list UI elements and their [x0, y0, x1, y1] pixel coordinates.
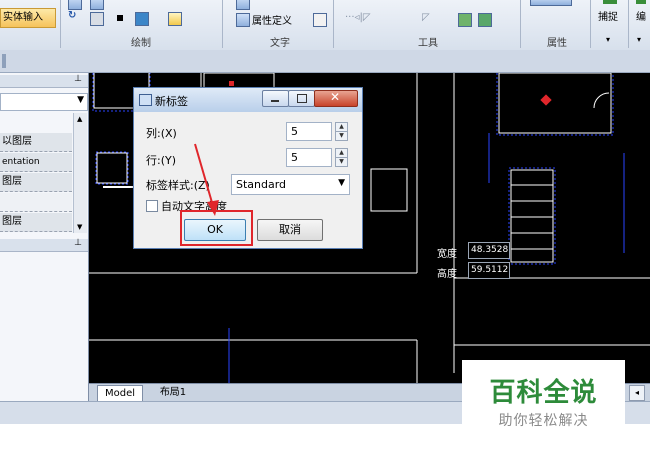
panel-header: ⊥ [0, 74, 88, 88]
watermark-title: 百科全说 [489, 378, 598, 408]
edit-text-icon[interactable] [313, 13, 327, 27]
columns-input[interactable]: 5 [286, 122, 332, 141]
watermark: 百科全说 助你轻松解决 [462, 360, 625, 438]
dimension-icon[interactable]: ···◃|◸ [345, 12, 371, 23]
auto-height-checkbox[interactable] [146, 200, 158, 212]
dialog-title: 新标签 [155, 95, 188, 108]
blue-hatch [95, 151, 129, 185]
list-item[interactable] [0, 193, 72, 212]
width-value: 48.3528 [468, 242, 510, 259]
columns-label: 列:(X) [146, 127, 177, 140]
tool-icon[interactable] [478, 13, 492, 27]
edit-button[interactable]: 编 ▾ [632, 0, 650, 48]
chevron-down-icon: ▼ [338, 178, 345, 188]
scroll-up-icon[interactable]: ▲ [77, 115, 82, 123]
chevron-down-icon: ▾ [637, 35, 642, 44]
toolbar-grip [2, 54, 6, 68]
watermark-subtitle: 助你轻松解决 [498, 413, 589, 429]
snap-label: 捕捉 [598, 12, 618, 23]
attr-define-button[interactable]: 属性定义 [252, 12, 292, 27]
edit-label: 编 [636, 12, 646, 23]
furniture-block [498, 73, 612, 134]
blue-hatch [508, 167, 556, 265]
panel-header: ⊥ [0, 238, 88, 252]
label-style-select[interactable]: Standard ▼ [231, 174, 350, 195]
snap-icon [603, 0, 617, 4]
group-label-draw: 绘制 [131, 38, 151, 49]
drawing-element [103, 186, 133, 188]
mtext-icon[interactable] [236, 0, 250, 10]
rows-down-icon[interactable]: ▼ [335, 157, 348, 167]
ribbon-separator [520, 0, 521, 48]
app-icon [139, 94, 152, 106]
annotation-arrow [194, 143, 219, 216]
ribbon-separator [222, 0, 223, 48]
minimize-icon [271, 100, 279, 102]
width-label: 宽度 [437, 249, 457, 260]
door-arc [593, 92, 610, 109]
close-icon: ✕ [330, 90, 341, 104]
tab-scroll-left-icon[interactable]: ◂ [629, 385, 645, 401]
draw-tool-icon[interactable] [90, 0, 104, 10]
list-item[interactable]: 以图层 [0, 133, 72, 152]
angle-icon[interactable]: ◸ [422, 12, 430, 23]
ribbon: 实体输入 ↻ 绘制 属性定义 文字 ···◃|◸ ◸ 工具 属性 捕捉 ▾ 编 … [0, 0, 650, 51]
draw-tool-icon[interactable] [68, 0, 82, 10]
rows-input[interactable]: 5 [286, 148, 332, 167]
maximize-button[interactable] [288, 90, 315, 107]
group-label-text: 文字 [270, 38, 290, 49]
layer-dropdown[interactable]: ▼ [0, 93, 88, 111]
table-icon[interactable] [168, 12, 182, 26]
layers-panel: ⊥ ▼ 以图层 entation 图层 图层 ▲ ▼ ⊥ [0, 73, 89, 405]
spline-icon[interactable]: ↻ [68, 10, 76, 21]
tab-layout1[interactable]: 布局1 [153, 385, 193, 400]
blue-hatch [496, 73, 614, 136]
list-item[interactable]: 图层 [0, 213, 72, 232]
rows-label: 行:(Y) [146, 154, 177, 167]
red-marker [540, 94, 552, 106]
ribbon-separator [628, 0, 629, 48]
ribbon-separator [590, 0, 591, 48]
group-label-tools: 工具 [418, 38, 438, 49]
chevron-down-icon: ▾ [606, 35, 611, 44]
snap-button[interactable]: 捕捉 ▾ [592, 0, 628, 48]
tab-model[interactable]: Model [97, 385, 143, 402]
label-style-value: Standard [236, 178, 287, 191]
tool-icon[interactable] [458, 13, 472, 27]
pin-icon[interactable]: ⊥ [74, 74, 82, 84]
group-label-properties: 属性 [547, 38, 567, 49]
drawing-element [96, 152, 128, 184]
list-item[interactable]: 图层 [0, 173, 72, 192]
minimize-button[interactable] [262, 90, 289, 107]
dialog-titlebar[interactable]: 新标签 ✕ [134, 88, 362, 112]
columns-down-icon[interactable]: ▼ [335, 131, 348, 141]
hatch-icon[interactable] [90, 12, 104, 26]
point-icon[interactable] [117, 15, 123, 21]
layer-control[interactable] [530, 0, 572, 6]
secondary-toolbar [0, 50, 650, 73]
pin-icon[interactable]: ⊥ [74, 238, 82, 248]
red-marker [229, 81, 234, 86]
ribbon-separator [60, 0, 61, 48]
scrollbar[interactable]: ▲ ▼ [73, 113, 87, 233]
chevron-down-icon: ▼ [77, 95, 84, 105]
ribbon-separator [333, 0, 334, 48]
attr-define-icon[interactable] [236, 13, 250, 27]
entity-input-button[interactable]: 实体输入 [0, 8, 56, 28]
drawing-element [370, 168, 408, 212]
image-icon[interactable] [135, 12, 149, 26]
edit-icon [636, 0, 646, 4]
maximize-icon [297, 94, 307, 103]
scroll-down-icon[interactable]: ▼ [77, 223, 82, 231]
close-button[interactable]: ✕ [314, 90, 358, 107]
wardrobe-block [510, 169, 554, 263]
height-value: 59.5112 [468, 262, 510, 279]
cancel-button[interactable]: 取消 [257, 219, 323, 241]
list-item[interactable]: entation [0, 153, 72, 172]
height-label: 高度 [437, 269, 457, 280]
